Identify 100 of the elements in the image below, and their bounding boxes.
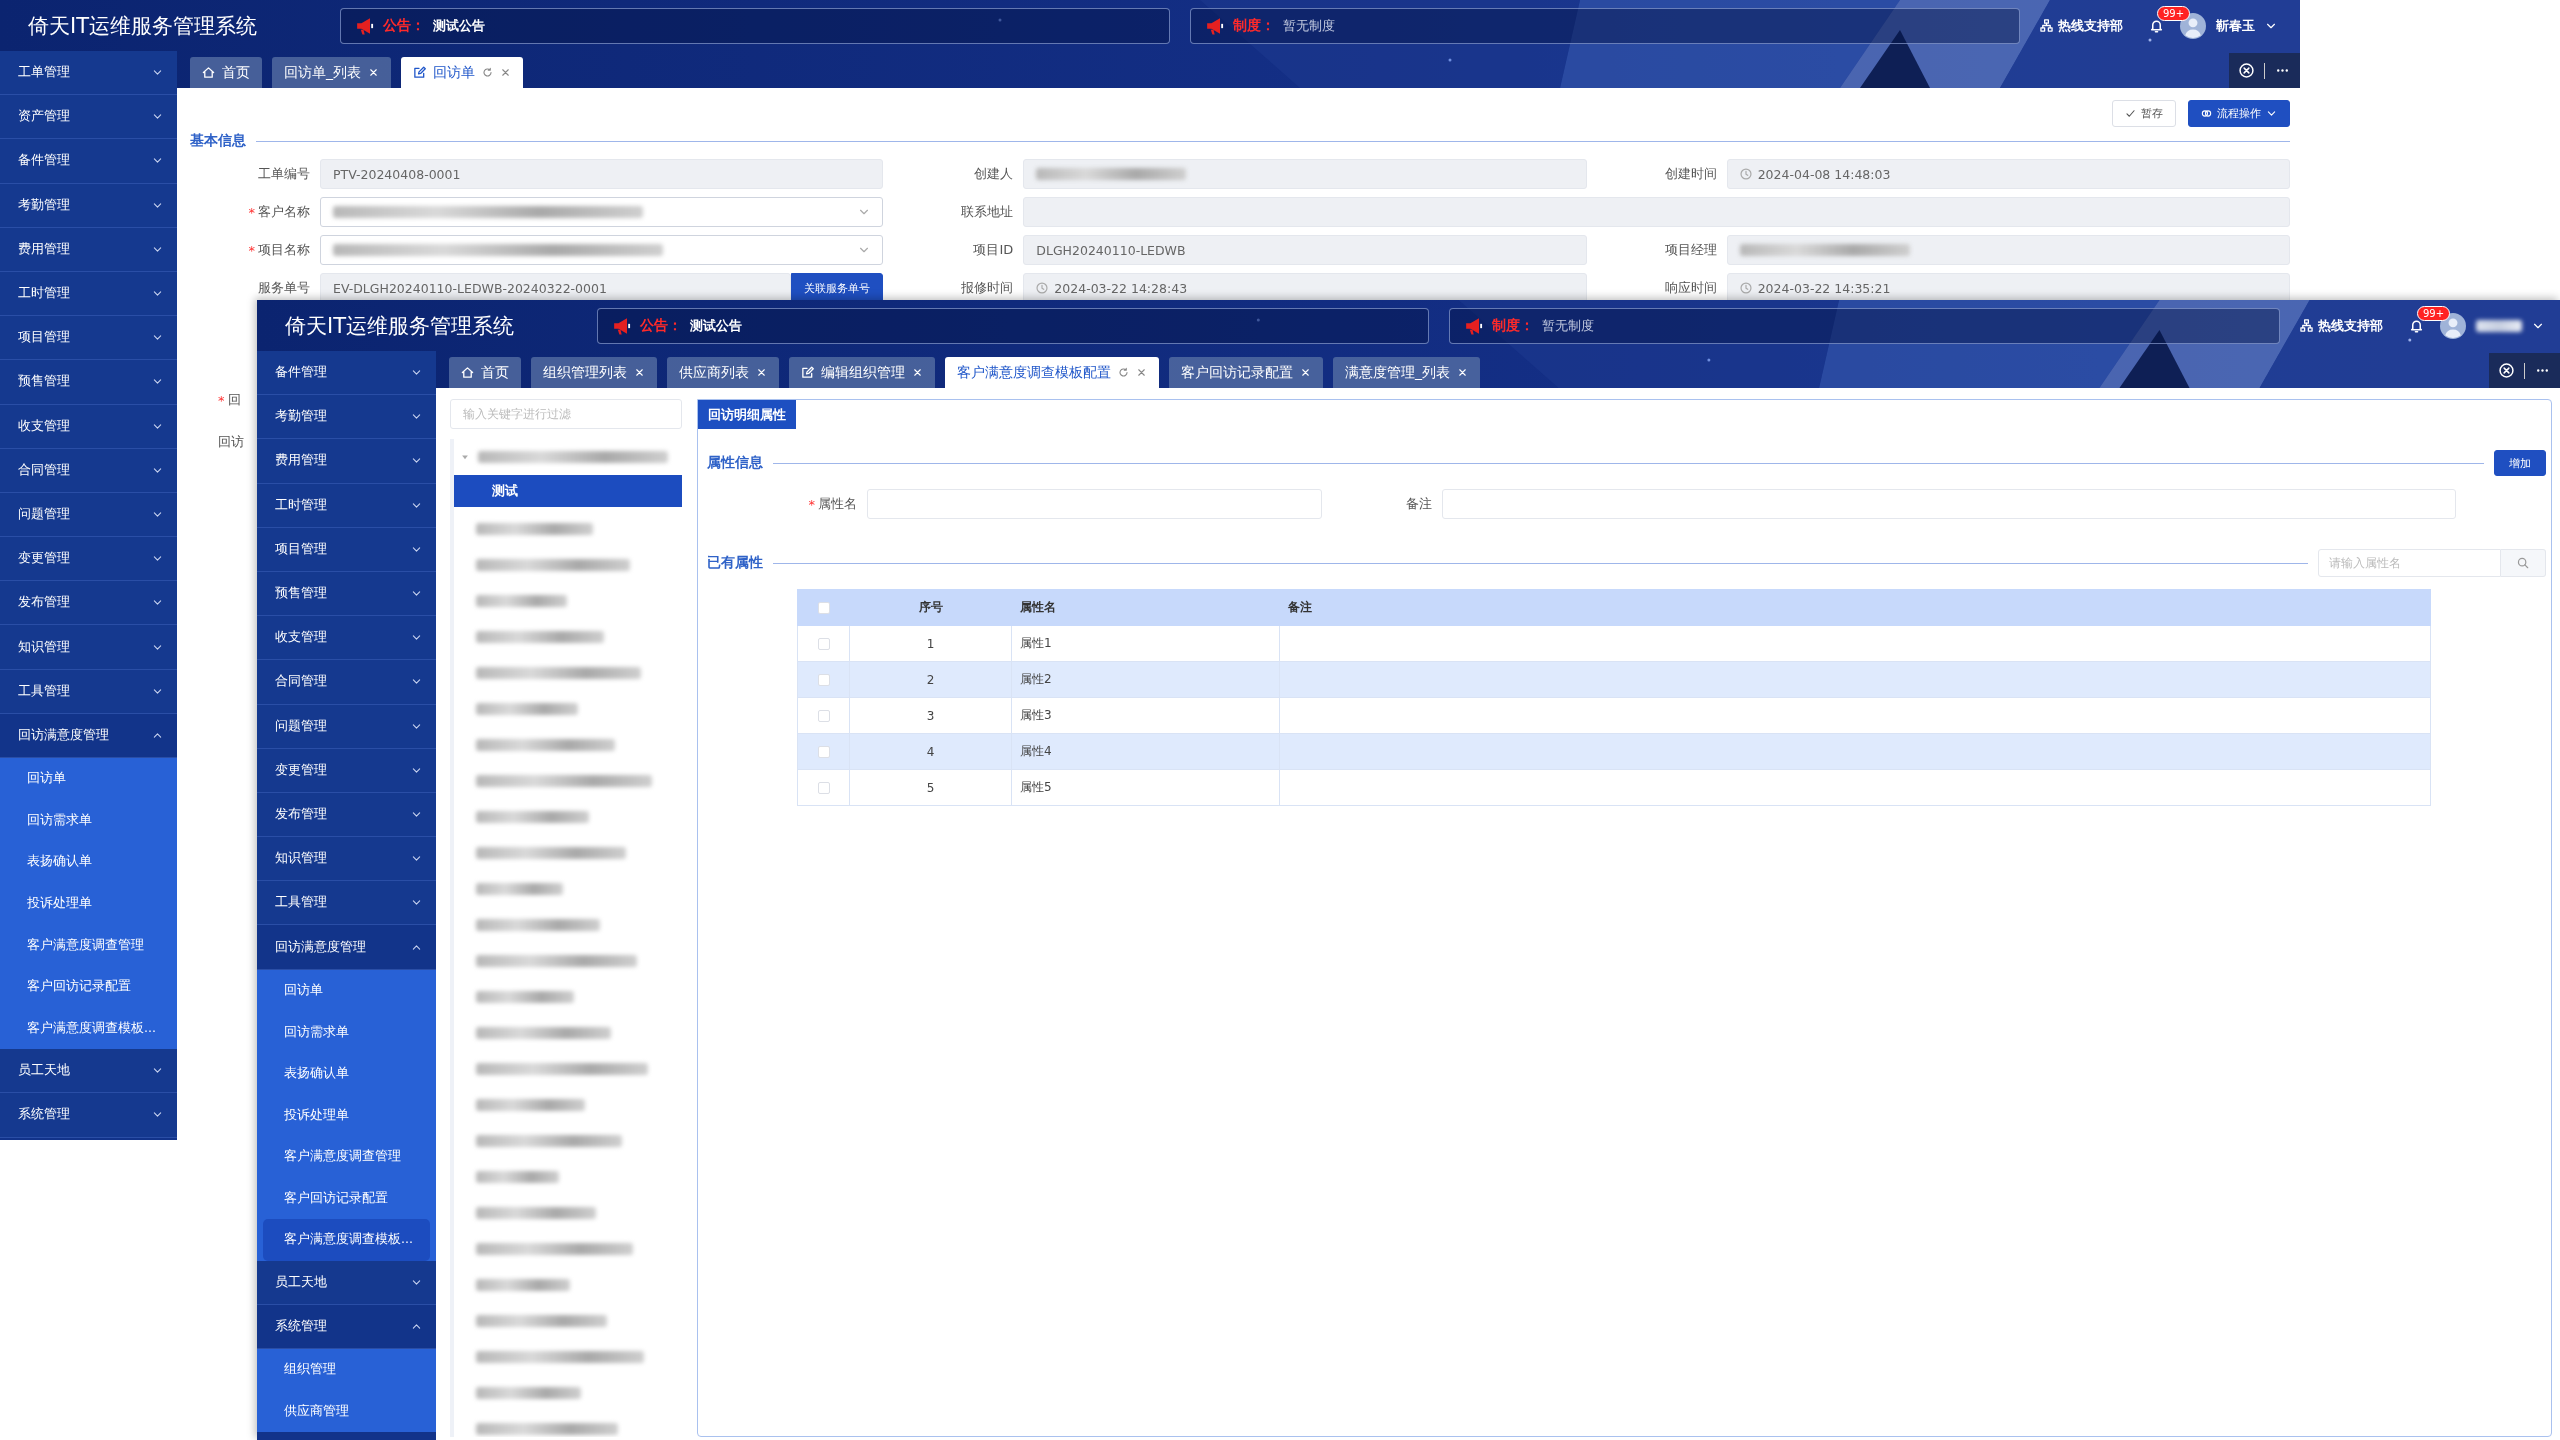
sidebar-item[interactable]: 问题管理 — [0, 492, 177, 538]
bell-icon[interactable] — [2149, 18, 2164, 33]
user-name[interactable]: 靳春玉 — [2216, 16, 2255, 35]
tab[interactable]: 首页 — [190, 57, 262, 88]
submenu-item[interactable]: 客户满意度调查模板... — [0, 1007, 177, 1050]
submenu-item[interactable]: 回访单 — [0, 758, 177, 800]
submenu-item[interactable]: 客户回访记录配置 — [0, 965, 177, 1008]
required-mark: * — [808, 496, 815, 512]
sidebar-item[interactable]: 工单管理 — [0, 51, 177, 96]
submenu-item[interactable]: 投诉处理单 — [257, 1094, 436, 1136]
submenu-item[interactable]: 客户满意度调查管理 — [257, 1136, 436, 1178]
close-icon[interactable] — [756, 367, 767, 378]
select-field[interactable] — [320, 235, 884, 265]
sidebar-item[interactable]: 发布管理 — [0, 581, 177, 626]
sidebar-item[interactable]: 知识管理 — [257, 837, 436, 882]
close-icon[interactable] — [1136, 367, 1147, 378]
select-field[interactable] — [320, 197, 884, 227]
save-button[interactable]: 暂存 — [2112, 100, 2176, 127]
sidebar-item[interactable]: 资产管理 — [0, 95, 177, 140]
checkbox[interactable] — [817, 746, 830, 758]
add-button[interactable]: 增加 — [2494, 450, 2546, 476]
submenu-item[interactable]: 回访需求单 — [0, 799, 177, 842]
filter-field[interactable]: 输入关键字进行过滤 — [450, 399, 682, 429]
table-cell: 3 — [849, 697, 1012, 734]
tab[interactable]: 组织管理列表 — [531, 357, 657, 388]
sidebar-item[interactable]: 问题管理 — [257, 704, 436, 749]
sidebar-item[interactable]: 考勤管理 — [257, 395, 436, 440]
tab[interactable]: 编辑组织管理 — [789, 357, 935, 388]
close-icon[interactable] — [1457, 367, 1468, 378]
checkbox[interactable] — [817, 638, 830, 650]
search-button[interactable] — [2501, 549, 2546, 577]
field-label: 报修时间 — [961, 279, 1014, 297]
submenu-item[interactable]: 回访需求单 — [257, 1011, 436, 1053]
sidebar-item[interactable]: 备件管理 — [257, 351, 436, 396]
sidebar-item[interactable]: 合同管理 — [0, 448, 177, 493]
panel-tab[interactable]: 回访明细属性 — [698, 400, 796, 429]
sidebar-item[interactable]: 系统管理 — [0, 1093, 177, 1138]
close-icon[interactable] — [1300, 367, 1311, 378]
submenu-item[interactable]: 表扬确认单 — [257, 1052, 436, 1095]
close-icon[interactable] — [500, 67, 511, 78]
sidebar-item[interactable]: 知识管理 — [0, 625, 177, 670]
sidebar-item[interactable]: 费用管理 — [0, 227, 177, 272]
tab[interactable]: 回访单 — [401, 57, 523, 88]
bell-icon[interactable] — [2409, 318, 2424, 333]
tab[interactable]: 客户满意度调查模板配置 — [945, 357, 1159, 388]
table-cell: 2 — [849, 661, 1012, 698]
submenu-item[interactable]: 投诉处理单 — [0, 882, 177, 925]
sidebar-item[interactable]: 发布管理 — [257, 792, 436, 838]
checkbox[interactable] — [817, 602, 830, 614]
checkbox[interactable] — [817, 782, 830, 794]
checkbox[interactable] — [817, 710, 830, 722]
submenu-item[interactable]: 客户回访记录配置 — [257, 1177, 436, 1220]
sidebar-item[interactable]: 变更管理 — [0, 537, 177, 582]
tree-node[interactable]: 测试 — [454, 475, 682, 507]
sidebar-item[interactable]: 变更管理 — [257, 748, 436, 793]
tab[interactable]: 首页 — [449, 357, 521, 388]
sidebar-item[interactable]: 预售管理 — [257, 571, 436, 617]
sidebar-item[interactable]: 员工天地 — [257, 1260, 436, 1305]
notice-text: 暂无制度 — [1541, 316, 1594, 335]
sidebar-item[interactable]: 工时管理 — [257, 483, 436, 528]
tab[interactable]: 回访单_列表 — [272, 57, 391, 88]
tab[interactable]: 满意度管理_列表 — [1333, 357, 1480, 388]
sidebar-item[interactable]: 费用管理 — [257, 439, 436, 484]
input-field[interactable] — [1442, 489, 2456, 519]
tab[interactable]: 供应商列表 — [667, 357, 779, 388]
search-field[interactable]: 请输入属性名 — [2318, 549, 2501, 577]
submenu-item[interactable]: 回访单 — [257, 969, 436, 1012]
close-icon[interactable] — [912, 367, 923, 378]
sidebar-item[interactable]: 工具管理 — [0, 669, 177, 714]
sidebar-item[interactable]: 合同管理 — [257, 660, 436, 705]
input-field[interactable] — [867, 489, 1322, 519]
sidebar-item[interactable]: 项目管理 — [0, 316, 177, 361]
close-icon[interactable] — [368, 67, 379, 78]
refresh-icon[interactable] — [1118, 367, 1129, 378]
sidebar-item[interactable]: 考勤管理 — [0, 183, 177, 228]
field-label: 工单编号 — [258, 165, 310, 183]
checkbox[interactable] — [817, 674, 830, 686]
hotline-link[interactable]: 热线支持部 — [2300, 316, 2383, 335]
submenu-item[interactable]: 表扬确认单 — [0, 841, 177, 883]
submenu-item[interactable]: 客户满意度调查模板... — [263, 1219, 430, 1261]
sidebar-item[interactable]: 工具管理 — [257, 881, 436, 926]
close-all-icon[interactable] — [2499, 363, 2514, 378]
submenu-item[interactable]: 客户满意度调查管理 — [0, 924, 177, 966]
hotline-link[interactable]: 热线支持部 — [2040, 16, 2123, 35]
sidebar-item[interactable]: 收支管理 — [257, 616, 436, 661]
close-all-icon[interactable] — [2239, 63, 2254, 78]
tab[interactable]: 客户回访记录配置 — [1169, 357, 1323, 388]
sidebar-item[interactable]: 员工天地 — [0, 1049, 177, 1094]
sidebar-item[interactable]: 收支管理 — [0, 404, 177, 449]
table-cell: 5 — [849, 769, 1012, 806]
refresh-icon[interactable] — [482, 67, 493, 78]
close-icon[interactable] — [634, 367, 645, 378]
sidebar-item[interactable]: 预售管理 — [0, 360, 177, 405]
home-icon — [461, 366, 474, 379]
sidebar-item[interactable]: 项目管理 — [257, 527, 436, 572]
sidebar-item[interactable]: 工时管理 — [0, 271, 177, 317]
workflow-button[interactable]: 流程操作 — [2188, 100, 2290, 127]
sidebar-item[interactable]: 备件管理 — [0, 139, 177, 184]
submenu-item[interactable]: 组织管理 — [257, 1349, 436, 1391]
submenu-item[interactable]: 供应商管理 — [257, 1390, 436, 1433]
